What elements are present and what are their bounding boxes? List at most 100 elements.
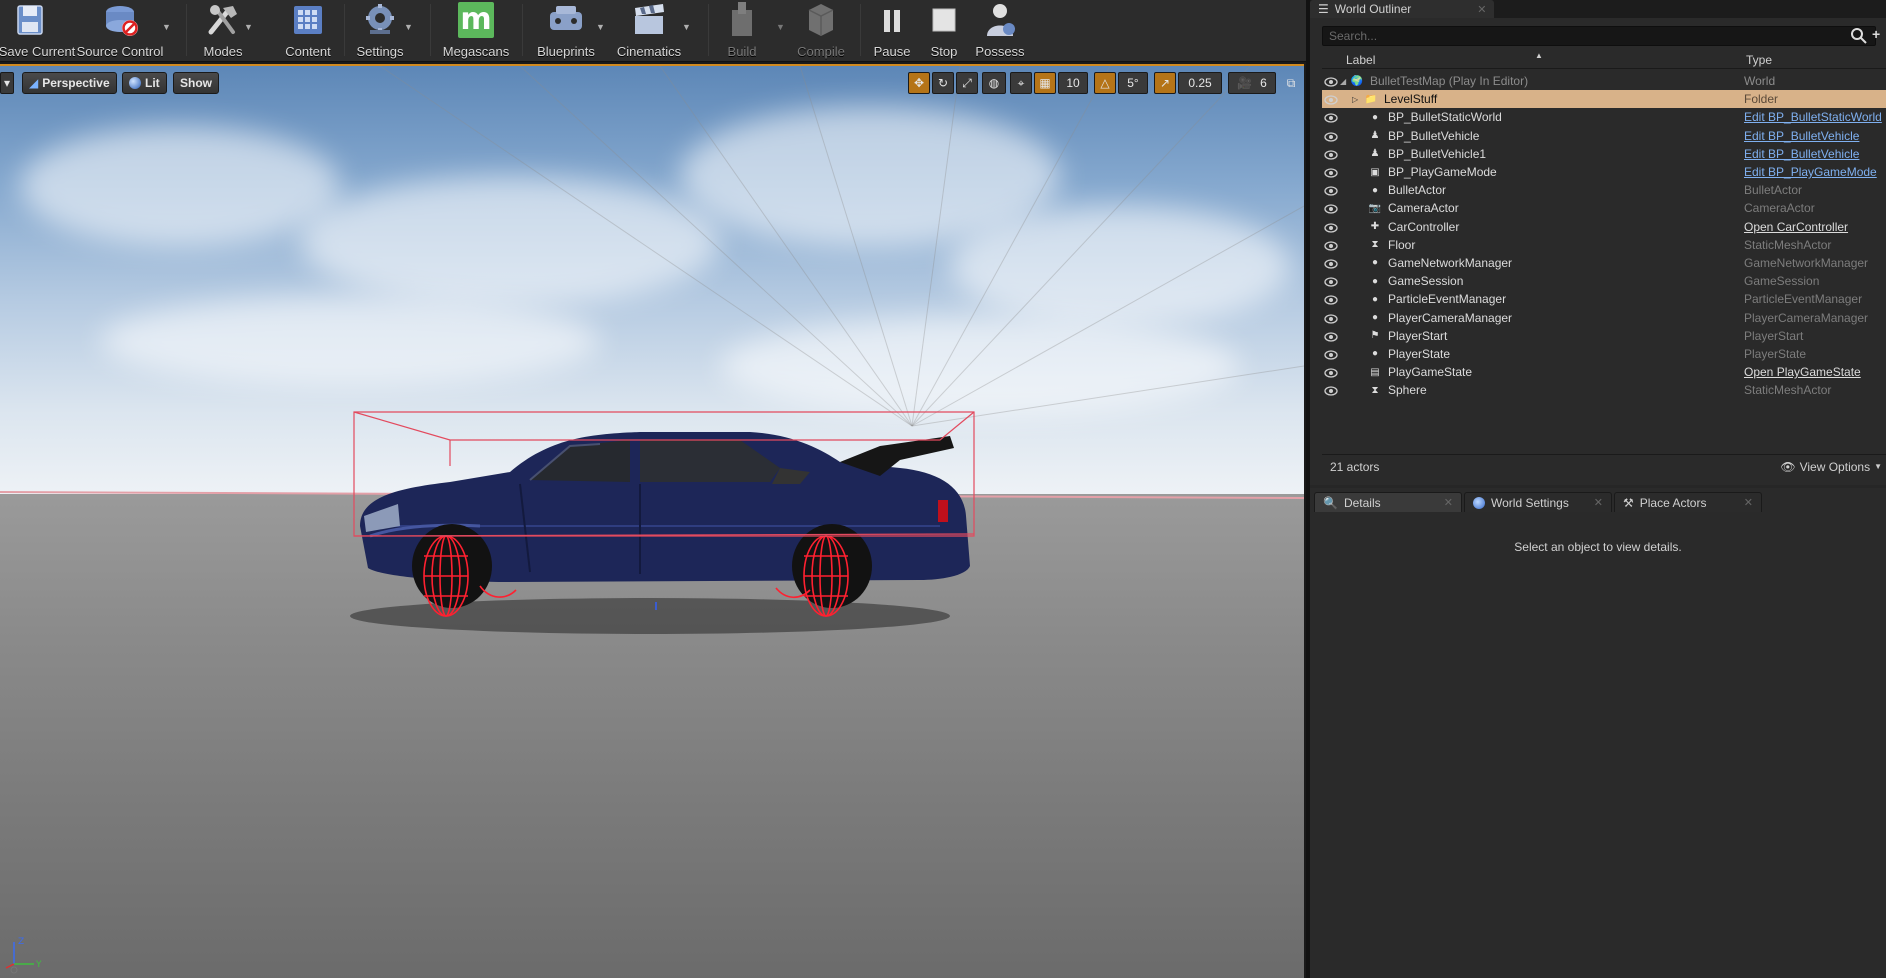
visibility-eye-icon[interactable] [1324, 331, 1338, 342]
visibility-eye-icon[interactable] [1324, 131, 1338, 142]
outliner-actor-row[interactable]: ✚ CarController Open CarController [1322, 218, 1886, 236]
visibility-eye-icon[interactable] [1324, 222, 1338, 233]
level-viewport[interactable]: ▾ ◢ Perspective Lit Show ✥ ↻ ⤢ ◍ ⌖ ▦ 10 … [0, 64, 1304, 978]
collapse-arrow-icon[interactable]: ◢ [1340, 77, 1346, 86]
visibility-eye-icon[interactable] [1324, 313, 1338, 324]
visibility-eye-icon[interactable] [1324, 94, 1338, 105]
visibility-eye-icon[interactable] [1324, 349, 1338, 360]
visibility-eye-icon[interactable] [1324, 258, 1338, 269]
outliner-type-link[interactable]: Open PlayGameState [1744, 365, 1861, 379]
settings-button[interactable]: Settings [352, 0, 408, 60]
grid-snap-value[interactable]: 10 [1058, 72, 1088, 94]
outliner-actor-row[interactable]: ⧗ Floor StaticMeshActor [1322, 236, 1886, 254]
compile-button[interactable]: Compile [796, 0, 846, 60]
outliner-actor-row[interactable]: ♟ BP_BulletVehicle1 Edit BP_BulletVehicle [1322, 145, 1886, 163]
outliner-actor-row[interactable]: ⧗ Sphere StaticMeshActor [1322, 381, 1886, 399]
outliner-actor-row[interactable]: ● ParticleEventManager ParticleEventManage… [1322, 290, 1886, 308]
outliner-type-link[interactable]: Edit BP_BulletStaticWorld [1744, 110, 1882, 124]
expand-arrow-icon[interactable]: ▷ [1352, 95, 1358, 104]
visibility-eye-icon[interactable] [1324, 76, 1338, 87]
tab-place-actors[interactable]: ⚒ Place Actors ✕ [1614, 492, 1762, 512]
modes-dropdown-icon[interactable]: ▼ [244, 22, 253, 32]
visibility-eye-icon[interactable] [1324, 240, 1338, 251]
visibility-eye-icon[interactable] [1324, 367, 1338, 378]
outliner-actor-row[interactable]: 📷 CameraActor CameraActor [1322, 199, 1886, 217]
outliner-actor-row[interactable]: ● BP_BulletStaticWorld Edit BP_BulletStati… [1322, 108, 1886, 126]
column-type-header[interactable]: Type [1746, 53, 1772, 67]
scale-snap-icon[interactable]: ↗ [1154, 72, 1176, 94]
outliner-row-label: BulletTestMap (Play In Editor) [1370, 74, 1529, 89]
add-icon[interactable]: + [1872, 26, 1880, 42]
outliner-actor-row[interactable]: ● GameNetworkManager GameNetworkManager [1322, 254, 1886, 272]
visibility-eye-icon[interactable] [1324, 112, 1338, 124]
tab-details[interactable]: 🔍 Details ✕ [1314, 492, 1462, 512]
outliner-actor-row[interactable]: ● PlayerCameraManager PlayerCameraManager [1322, 308, 1886, 326]
surface-snap-icon[interactable]: ⌖ [1010, 72, 1032, 94]
camera-speed-button[interactable]: 🎥 6 [1228, 72, 1276, 94]
show-flags-button[interactable]: Show [173, 72, 219, 94]
outliner-type-link[interactable]: Edit BP_PlayGameMode [1744, 165, 1877, 179]
cinematics-button[interactable]: Cinematics [614, 0, 684, 60]
visibility-eye-icon[interactable] [1324, 203, 1338, 215]
lit-view-mode-button[interactable]: Lit [122, 72, 167, 94]
rotation-snap-icon[interactable]: △ [1094, 72, 1116, 94]
rotate-mode-icon[interactable]: ↻ [932, 72, 954, 94]
blueprints-dropdown-icon[interactable]: ▼ [596, 22, 605, 32]
source-control-button[interactable]: Source Control [76, 0, 164, 60]
outliner-actor-row[interactable]: ▣ BP_PlayGameMode Edit BP_PlayGameMode [1322, 163, 1886, 181]
outliner-search-input[interactable]: Search... [1322, 26, 1876, 46]
translate-mode-icon[interactable]: ✥ [908, 72, 930, 94]
outliner-actor-row[interactable]: ⚑ PlayerStart PlayerStart [1322, 327, 1886, 345]
outliner-actor-row[interactable]: ▤ PlayGameState Open PlayGameState [1322, 363, 1886, 381]
outliner-actor-row[interactable]: ● BulletActor BulletActor [1322, 181, 1886, 199]
visibility-eye-icon[interactable] [1324, 385, 1338, 396]
visibility-eye-icon[interactable] [1324, 149, 1338, 160]
scale-mode-icon[interactable]: ⤢ [956, 72, 978, 94]
pause-button[interactable]: Pause [870, 0, 914, 60]
search-icon[interactable] [1850, 27, 1868, 45]
world-local-toggle-icon[interactable]: ◍ [982, 72, 1006, 94]
column-label-header[interactable]: Label [1346, 53, 1375, 67]
view-options-button[interactable]: 👁 View Options ▼ [1780, 460, 1882, 474]
close-tab-icon[interactable]: ✕ [1477, 3, 1486, 16]
toolbar-separator [344, 4, 345, 56]
visibility-eye-icon[interactable] [1324, 276, 1338, 287]
camera-speed-icon: 🎥 [1237, 76, 1253, 90]
blueprints-button[interactable]: Blueprints [532, 0, 600, 60]
outliner-type-link[interactable]: Open CarController [1744, 220, 1848, 234]
outliner-list-icon: ☰ [1318, 2, 1329, 16]
visibility-eye-icon[interactable] [1324, 294, 1338, 305]
outliner-type-link[interactable]: Edit BP_BulletVehicle [1744, 129, 1859, 143]
outliner-folder-row[interactable]: ▷ 📁 LevelStuff Folder [1322, 90, 1886, 109]
possess-button[interactable]: Possess [974, 0, 1026, 60]
close-tab-icon[interactable]: ✕ [1594, 496, 1603, 509]
close-tab-icon[interactable]: ✕ [1744, 496, 1753, 509]
source-control-dropdown-icon[interactable]: ▼ [162, 22, 171, 32]
scale-snap-value[interactable]: 0.25 [1178, 72, 1222, 94]
content-button[interactable]: Content [280, 0, 336, 60]
outliner-type-link[interactable]: Edit BP_BulletVehicle [1744, 147, 1859, 161]
visibility-eye-icon[interactable] [1324, 167, 1338, 178]
visibility-eye-icon[interactable] [1324, 185, 1338, 196]
modes-button[interactable]: Modes [198, 0, 248, 60]
maximize-viewport-icon[interactable]: ⧉ [1282, 72, 1300, 94]
close-tab-icon[interactable]: ✕ [1444, 496, 1453, 509]
outliner-row-type: BulletActor [1744, 183, 1803, 198]
save-current-button[interactable]: Save Current [0, 0, 75, 60]
outliner-world-row[interactable]: ◢ 🌍 BulletTestMap (Play In Editor) World [1322, 72, 1886, 90]
tab-world-settings[interactable]: World Settings ✕ [1464, 492, 1612, 512]
viewport-options-dropdown[interactable]: ▾ [0, 72, 14, 94]
rotation-snap-value[interactable]: 5° [1118, 72, 1148, 94]
world-outliner-tab[interactable]: ☰ World Outliner ✕ [1310, 0, 1495, 18]
megascans-button[interactable]: m Megascans [440, 0, 512, 60]
outliner-actor-row[interactable]: ♟ BP_BulletVehicle Edit BP_BulletVehicle [1322, 127, 1886, 145]
perspective-view-button[interactable]: ◢ Perspective [22, 72, 117, 94]
settings-dropdown-icon[interactable]: ▼ [404, 22, 413, 32]
build-dropdown-icon[interactable]: ▼ [776, 22, 785, 32]
outliner-actor-row[interactable]: ● PlayerState PlayerState [1322, 345, 1886, 363]
cinematics-dropdown-icon[interactable]: ▼ [682, 22, 691, 32]
grid-snap-icon[interactable]: ▦ [1034, 72, 1056, 94]
build-button[interactable]: Build [720, 0, 764, 60]
stop-button[interactable]: Stop [922, 0, 966, 60]
outliner-actor-row[interactable]: ● GameSession GameSession [1322, 272, 1886, 290]
